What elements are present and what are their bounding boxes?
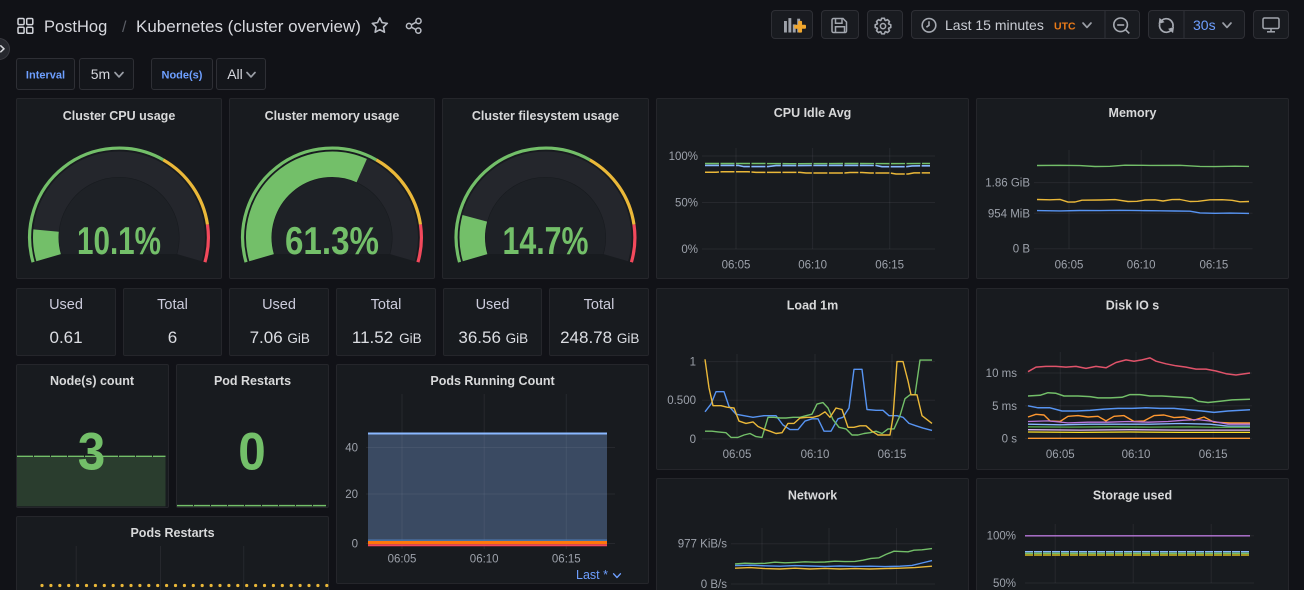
svg-text:0: 0 [690, 434, 696, 446]
svg-text:36.56: 36.56 [458, 328, 501, 347]
svg-text:0 B: 0 B [1013, 244, 1031, 256]
svg-text:11.52: 11.52 [352, 328, 393, 347]
svg-text:Pod Restarts: Pod Restarts [214, 374, 291, 388]
svg-text:Total: Total [371, 297, 402, 313]
svg-text:CPU Idle Avg: CPU Idle Avg [774, 106, 852, 120]
svg-text:954 MiB: 954 MiB [988, 208, 1031, 220]
svg-text:Last 15 minutes: Last 15 minutes [945, 17, 1044, 33]
svg-text:0%: 0% [681, 244, 698, 256]
svg-text:Node(s): Node(s) [162, 70, 203, 82]
svg-text:50%: 50% [675, 198, 698, 210]
svg-text:Interval: Interval [26, 70, 65, 82]
svg-text:61.3%: 61.3% [285, 220, 379, 263]
svg-text:UTC: UTC [1054, 20, 1076, 32]
svg-text:Disk IO s: Disk IO s [1106, 299, 1160, 313]
svg-text:06:10: 06:10 [801, 449, 830, 461]
svg-text:Load 1m: Load 1m [787, 299, 838, 313]
svg-text:06:05: 06:05 [388, 554, 417, 566]
svg-text:30s: 30s [1193, 17, 1216, 33]
svg-text:10.1%: 10.1% [77, 220, 161, 263]
svg-text:06:15: 06:15 [875, 260, 904, 272]
svg-text:Cluster CPU usage: Cluster CPU usage [63, 109, 176, 123]
svg-text:06:05: 06:05 [722, 260, 751, 272]
svg-text:1: 1 [690, 357, 696, 369]
svg-text:GiB: GiB [399, 331, 422, 346]
svg-text:06:05: 06:05 [723, 449, 752, 461]
svg-text:All: All [227, 66, 243, 82]
svg-text:06:15: 06:15 [1199, 449, 1228, 461]
svg-text:5m: 5m [91, 66, 110, 82]
svg-text:06:15: 06:15 [878, 449, 907, 461]
svg-text:06:05: 06:05 [1055, 260, 1084, 272]
svg-text:Used: Used [262, 297, 296, 313]
svg-text:GiB: GiB [287, 331, 310, 346]
svg-text:06:10: 06:10 [470, 554, 499, 566]
svg-text:Pods Restarts: Pods Restarts [130, 526, 214, 540]
svg-text:10 ms: 10 ms [986, 368, 1018, 380]
svg-text:Cluster memory usage: Cluster memory usage [265, 109, 400, 123]
svg-text:06:15: 06:15 [1200, 260, 1229, 272]
svg-text:06:10: 06:10 [798, 260, 827, 272]
svg-text:0 s: 0 s [1002, 434, 1018, 446]
svg-text:Cluster filesystem usage: Cluster filesystem usage [472, 109, 619, 123]
svg-text:1.86 GiB: 1.86 GiB [985, 178, 1030, 190]
svg-text:06:10: 06:10 [1127, 260, 1156, 272]
svg-text:50%: 50% [993, 578, 1016, 590]
svg-text:0: 0 [352, 539, 358, 551]
svg-text:06:15: 06:15 [552, 554, 581, 566]
svg-text:0.61: 0.61 [50, 328, 83, 347]
svg-text:PostHog: PostHog [44, 18, 107, 36]
svg-text:Pods Running Count: Pods Running Count [430, 374, 555, 388]
svg-text:GiB: GiB [617, 331, 640, 346]
svg-text:Network: Network [788, 489, 837, 503]
svg-text:Last *: Last * [576, 568, 608, 582]
svg-text:7.06: 7.06 [250, 328, 283, 347]
svg-text:Used: Used [476, 297, 510, 313]
svg-text:40: 40 [345, 443, 358, 455]
svg-text:Total: Total [584, 297, 615, 313]
svg-text:3: 3 [78, 423, 106, 482]
svg-text:100%: 100% [669, 151, 698, 163]
svg-text:100%: 100% [987, 531, 1016, 543]
svg-text:Kubernetes (cluster overview): Kubernetes (cluster overview) [136, 17, 361, 36]
svg-text:14.7%: 14.7% [503, 220, 589, 263]
svg-text:Total: Total [157, 297, 188, 313]
svg-text:0: 0 [238, 423, 266, 482]
svg-text:0.500: 0.500 [667, 395, 696, 407]
svg-text:06:10: 06:10 [1122, 449, 1151, 461]
svg-text:GiB: GiB [506, 331, 529, 346]
svg-text:Storage used: Storage used [1093, 489, 1172, 503]
svg-text:Node(s) count: Node(s) count [50, 374, 135, 388]
svg-text:248.78: 248.78 [560, 328, 612, 347]
svg-text:5 ms: 5 ms [992, 401, 1017, 413]
svg-text:977 KiB/s: 977 KiB/s [678, 539, 727, 551]
svg-text:06:05: 06:05 [1046, 449, 1075, 461]
svg-text:Memory: Memory [1109, 106, 1157, 120]
svg-text:20: 20 [345, 489, 358, 501]
svg-text:0 B/s: 0 B/s [701, 579, 727, 590]
svg-text:6: 6 [168, 328, 177, 347]
svg-text:/: / [122, 19, 127, 36]
svg-text:Used: Used [49, 297, 83, 313]
